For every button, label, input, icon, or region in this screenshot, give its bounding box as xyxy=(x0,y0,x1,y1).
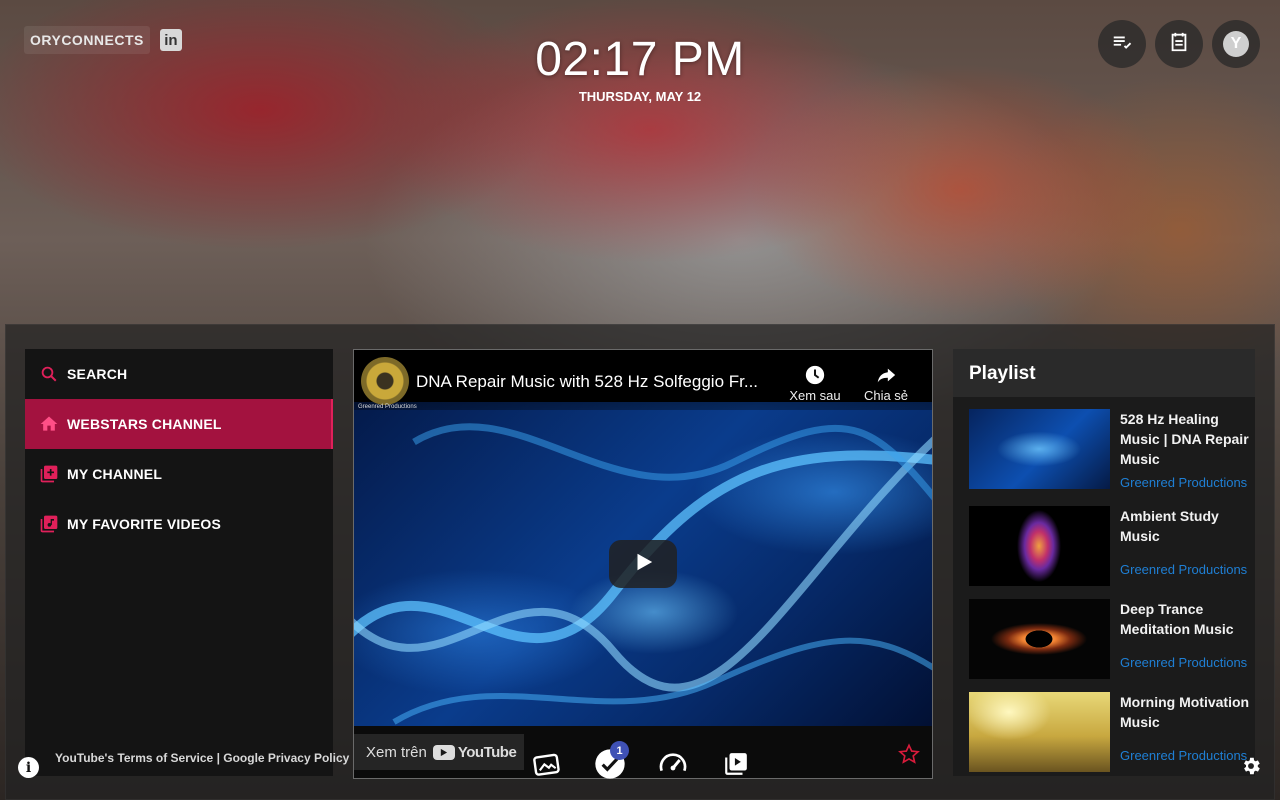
playlist-thumbnail xyxy=(969,506,1110,586)
play-icon xyxy=(632,551,654,578)
playlist-item-title: Morning Motivation Music xyxy=(1120,694,1250,730)
info-icon[interactable]: i xyxy=(18,757,39,778)
playlist-item-title: 528 Hz Healing Music | DNA Repair Music xyxy=(1120,411,1249,467)
tasks-button[interactable]: 1 xyxy=(591,741,629,785)
account-button[interactable]: Y xyxy=(1212,20,1260,68)
video-library-button[interactable] xyxy=(717,747,755,785)
video-title[interactable]: DNA Repair Music with 528 Hz Solfeggio F… xyxy=(416,372,781,392)
video-header: Greenred Productions DNA Repair Music wi… xyxy=(354,350,932,410)
playlist-thumbnail xyxy=(969,409,1110,489)
sidebar-item-search[interactable]: SEARCH xyxy=(25,349,333,399)
top-actions: Y xyxy=(1098,20,1260,68)
sidebar-item-label: MY FAVORITE VIDEOS xyxy=(67,516,221,532)
footer-links[interactable]: YouTube's Terms of Service | Google Priv… xyxy=(55,751,349,765)
sidebar-item-label: MY CHANNEL xyxy=(67,466,163,482)
sidebar-item-my-favorite-videos[interactable]: MY FAVORITE VIDEOS xyxy=(25,499,333,549)
home-icon xyxy=(39,414,59,434)
video-library-icon xyxy=(723,751,749,782)
playlist-thumbnail xyxy=(969,692,1110,772)
playlist-item-channel[interactable]: Greenred Productions xyxy=(1120,562,1247,577)
search-icon xyxy=(39,364,59,384)
speed-test-button[interactable] xyxy=(654,747,692,785)
clock-icon xyxy=(780,362,850,388)
playlist-check-icon xyxy=(1111,31,1133,58)
watch-on-youtube-link[interactable]: Xem trên YouTube xyxy=(354,734,524,770)
tasks-count-badge: 1 xyxy=(610,741,629,760)
playlist-heading: Playlist xyxy=(953,349,1255,397)
playlist-item-title: Ambient Study Music xyxy=(1120,508,1219,544)
bottom-dock: 1 xyxy=(528,741,755,785)
playlist-item[interactable]: Morning Motivation Music Greenred Produc… xyxy=(969,692,1255,772)
gear-icon xyxy=(1240,755,1262,782)
share-arrow-icon xyxy=(851,362,921,388)
watch-on-label: Xem trên xyxy=(366,743,427,761)
sidebar: SEARCH WEBSTARS CHANNEL MY CHANNEL MY FA… xyxy=(25,349,333,776)
favorite-star-icon[interactable] xyxy=(898,743,920,770)
playlist-panel: Playlist 528 Hz Healing Music | DNA Repa… xyxy=(953,349,1255,776)
library-music-icon xyxy=(39,514,59,534)
playlist-item-title: Deep Trance Meditation Music xyxy=(1120,601,1234,637)
channel-tag: Greenred Productions xyxy=(358,404,417,410)
photos-icon xyxy=(531,748,563,785)
calendar-note-icon xyxy=(1168,31,1190,58)
share-label: Chia sẻ xyxy=(863,388,909,403)
speedometer-icon xyxy=(657,748,689,785)
sidebar-item-webstars-channel[interactable]: WEBSTARS CHANNEL xyxy=(25,399,333,449)
clock-time: 02:17 PM xyxy=(535,33,745,86)
share-button[interactable]: Chia sẻ xyxy=(851,362,921,403)
notes-button[interactable] xyxy=(1155,20,1203,68)
clock-date: THURSDAY, MAY 12 xyxy=(578,89,702,104)
avatar: Y xyxy=(1223,31,1249,57)
playlist-item[interactable]: 528 Hz Healing Music | DNA Repair Music … xyxy=(969,409,1255,490)
todo-list-button[interactable] xyxy=(1098,20,1146,68)
clock-widget: 02:17 PM THURSDAY, MAY 12 xyxy=(0,32,1280,104)
wallpaper-button[interactable] xyxy=(528,747,566,785)
watch-later-label: Xem sau xyxy=(789,388,841,403)
library-add-icon xyxy=(39,464,59,484)
sidebar-item-my-channel[interactable]: MY CHANNEL xyxy=(25,449,333,499)
sidebar-item-label: SEARCH xyxy=(67,366,128,382)
youtube-wordmark: YouTube xyxy=(457,743,517,761)
youtube-play-icon xyxy=(432,744,455,760)
settings-button[interactable] xyxy=(1239,756,1263,780)
video-player[interactable]: Greenred Productions DNA Repair Music wi… xyxy=(353,349,933,779)
youtube-logo: YouTube xyxy=(432,743,517,761)
sidebar-item-label: WEBSTARS CHANNEL xyxy=(67,416,222,432)
playlist-item-channel[interactable]: Greenred Productions xyxy=(1120,475,1247,490)
playlist-item[interactable]: Ambient Study Music Greenred Productions xyxy=(969,506,1255,586)
playlist-thumbnail xyxy=(969,599,1110,679)
playlist-item[interactable]: Deep Trance Meditation Music Greenred Pr… xyxy=(969,599,1255,679)
play-button[interactable] xyxy=(609,540,677,588)
playlist-item-channel[interactable]: Greenred Productions xyxy=(1120,748,1247,763)
channel-avatar[interactable] xyxy=(361,357,409,405)
watch-later-button[interactable]: Xem sau xyxy=(780,362,850,403)
playlist-item-channel[interactable]: Greenred Productions xyxy=(1120,655,1247,670)
